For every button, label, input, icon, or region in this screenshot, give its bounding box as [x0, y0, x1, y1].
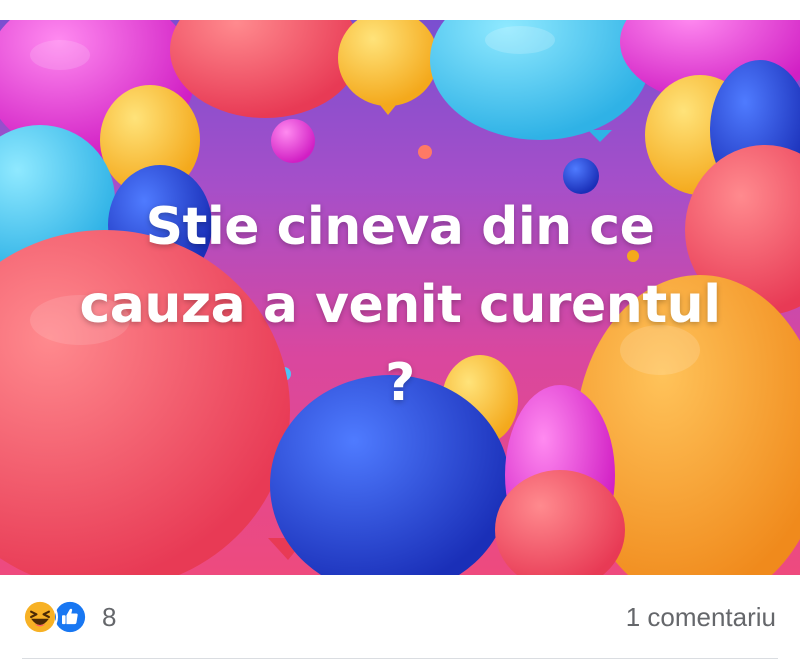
reactions-summary[interactable]: 8	[22, 597, 116, 637]
haha-icon	[22, 599, 58, 635]
post-text: Stie cineva din ce cauza a venit curentu…	[40, 188, 760, 422]
post-card: Stie cineva din ce cauza a venit curentu…	[0, 0, 800, 665]
post-footer: 8 1 comentariu	[0, 575, 800, 665]
comments-count-link[interactable]: 1 comentariu	[626, 597, 776, 637]
post-text-line-1: Stie cineva din ce	[145, 197, 655, 257]
top-strip	[0, 0, 800, 20]
post-text-line-3: ?	[385, 353, 415, 413]
reactions-count: 8	[102, 601, 117, 632]
post-text-line-2: cauza a venit curentul	[79, 275, 721, 335]
footer-divider	[22, 658, 778, 659]
post-background-image[interactable]: Stie cineva din ce cauza a venit curentu…	[0, 20, 800, 575]
